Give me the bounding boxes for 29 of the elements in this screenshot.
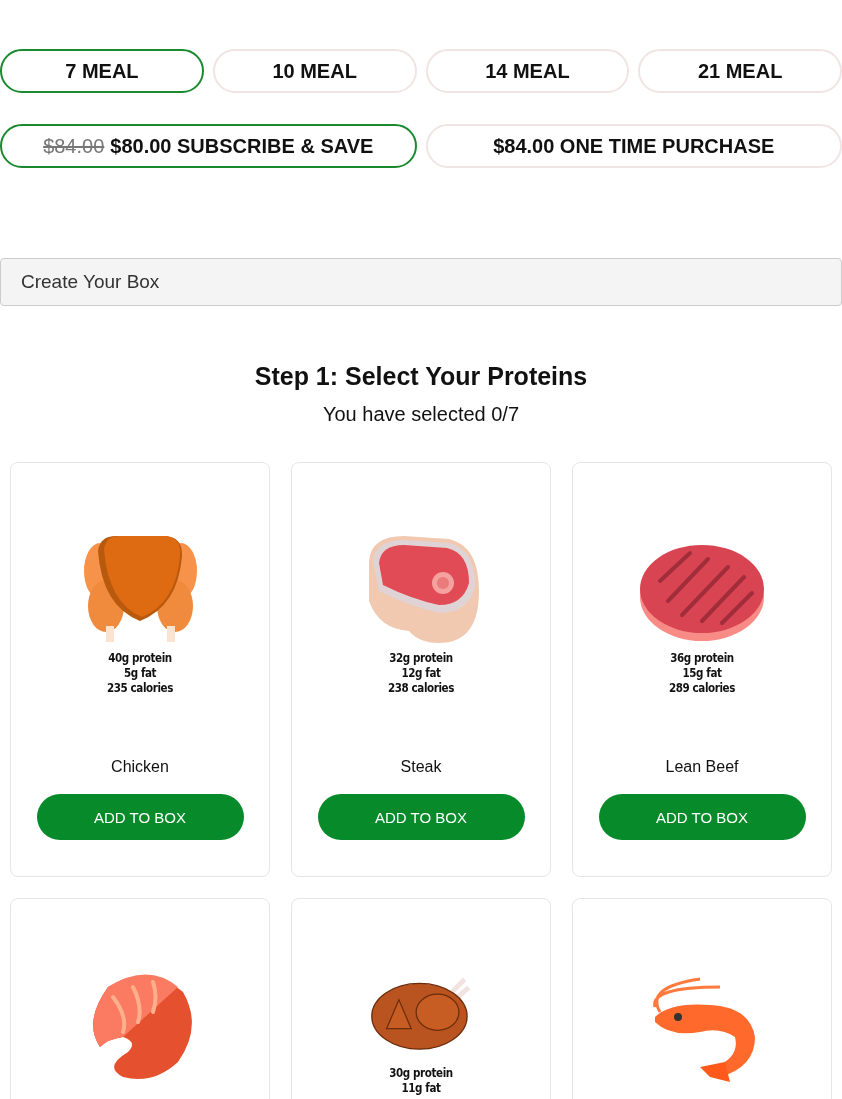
nutrition-line: 36g protein [670,651,734,666]
nutrition-line: 235 calories [107,681,173,696]
create-box-bar[interactable]: Create Your Box [0,258,842,306]
meal-option[interactable]: 14 MEAL [425,49,630,93]
meal-option[interactable]: 21 MEAL [638,49,842,93]
meal-option[interactable]: 10 MEAL [212,49,417,93]
nutrition-line: 40g protein [108,651,172,666]
meal-option[interactable]: 7 MEAL [0,49,204,93]
add-to-box-button[interactable]: ADD TO BOX [317,794,525,840]
product-name: Lean Beef [665,758,739,776]
step-title: Step 1: Select Your Proteins [253,362,589,391]
nutrition-line: 5g fat [123,666,157,681]
nutrition-line: 238 calories [388,681,454,696]
nutrition-line: 289 calories [669,681,735,696]
add-to-box-button[interactable]: ADD TO BOX [36,794,244,840]
purchase-label: $84.00 ONE TIME PURCHASE [493,134,775,158]
purchase-option[interactable]: $84.00 $80.00 SUBSCRIBE & SAVE [0,124,417,168]
selection-count: You have selected 0/7 [321,403,521,426]
nutrition-line: 30g protein [389,1066,453,1081]
purchase-label: $80.00 SUBSCRIBE & SAVE [110,134,374,158]
product-name: Chicken [111,758,169,776]
nutrition-line: 11g fat [401,1081,441,1096]
add-to-box-button[interactable]: ADD TO BOX [598,794,806,840]
product-name: Steak [400,758,442,776]
purchase-option[interactable]: $84.00 ONE TIME PURCHASE [425,124,842,168]
nutrition-line: 32g protein [389,651,453,666]
nutrition-line: 15g fat [682,666,722,681]
nutrition-line: 12g fat [401,666,441,681]
old-price: $84.00 [43,134,105,158]
